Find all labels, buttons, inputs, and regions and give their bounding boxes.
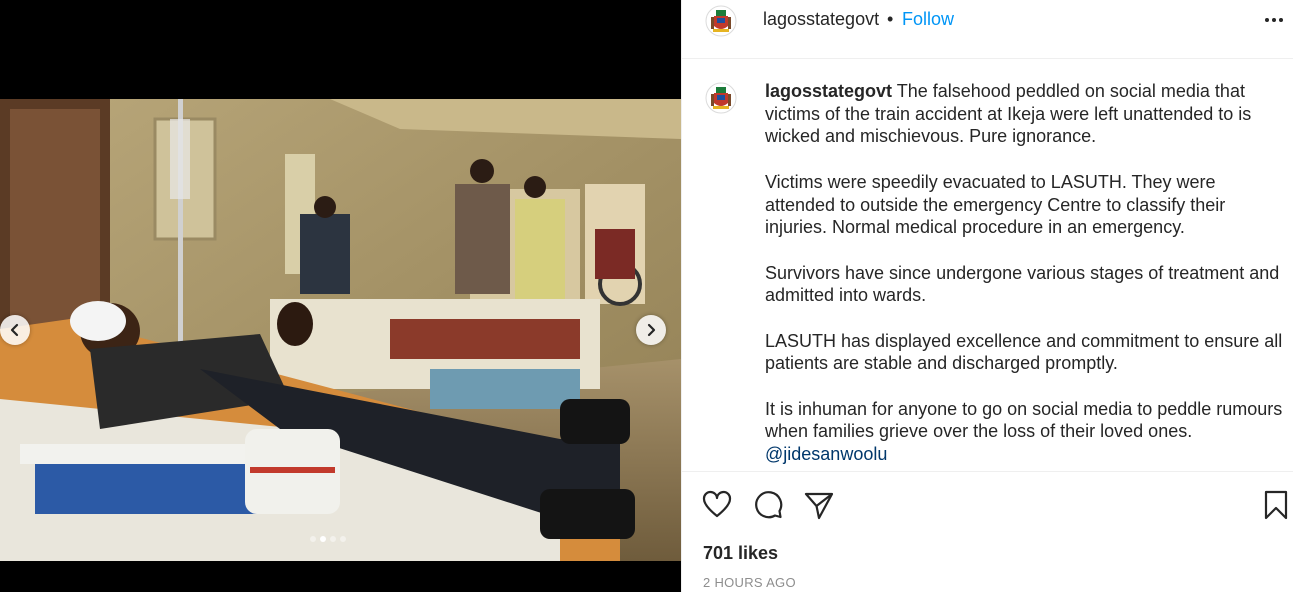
mention-link[interactable]: @jidesanwoolu [765,444,887,464]
post-sidebar: lagosstategovt • Follow lagosstategovt T… [681,0,1293,592]
bookmark-icon [1264,490,1288,520]
likes-count[interactable]: 701 likes [703,543,778,564]
post-photo[interactable] [0,99,681,561]
coat-of-arms-icon [705,82,737,114]
comment-bubble-icon [755,491,783,519]
avatar[interactable] [705,82,737,114]
media-pane [0,0,681,592]
follow-button[interactable]: Follow [902,9,954,30]
caption-paragraph: It is inhuman for anyone to go on social… [765,398,1283,442]
avatar[interactable] [705,5,737,37]
carousel-dot [310,536,316,542]
action-bar [682,486,1293,526]
heart-icon [702,490,732,518]
carousel-prev-button[interactable] [0,315,30,345]
like-button[interactable] [701,489,733,521]
carousel-dot-active [320,536,326,542]
caption-paragraph: Survivors have since undergone various s… [765,262,1280,306]
post-header: lagosstategovt • Follow [682,0,1293,59]
carousel-indicator [310,536,346,542]
carousel-dot [330,536,336,542]
caption-paragraph: lagosstategovt The falsehood peddled on … [765,80,1285,148]
share-button[interactable] [803,489,835,521]
carousel-dot [340,536,346,542]
post-author-username[interactable]: lagosstategovt [763,9,879,30]
more-options-icon[interactable] [1262,9,1286,31]
post-timestamp[interactable]: 2 HOURS AGO [703,575,796,590]
header-separator: • [887,9,894,29]
caption-section: lagosstategovt The falsehood peddled on … [682,60,1293,472]
caption-username[interactable]: lagosstategovt [765,81,892,101]
hospital-ward-photo [0,99,681,561]
save-button[interactable] [1260,489,1292,521]
paper-plane-icon [804,492,834,520]
caption-paragraph: Victims were speedily evacuated to LASUT… [765,171,1226,238]
coat-of-arms-icon [705,5,737,37]
chevron-right-icon [647,323,656,337]
post-caption: lagosstategovt The falsehood peddled on … [765,80,1285,466]
chevron-left-icon [10,323,19,337]
caption-paragraph: LASUTH has displayed excellence and comm… [765,330,1283,374]
comment-button[interactable] [752,489,784,521]
carousel-next-button[interactable] [636,315,666,345]
